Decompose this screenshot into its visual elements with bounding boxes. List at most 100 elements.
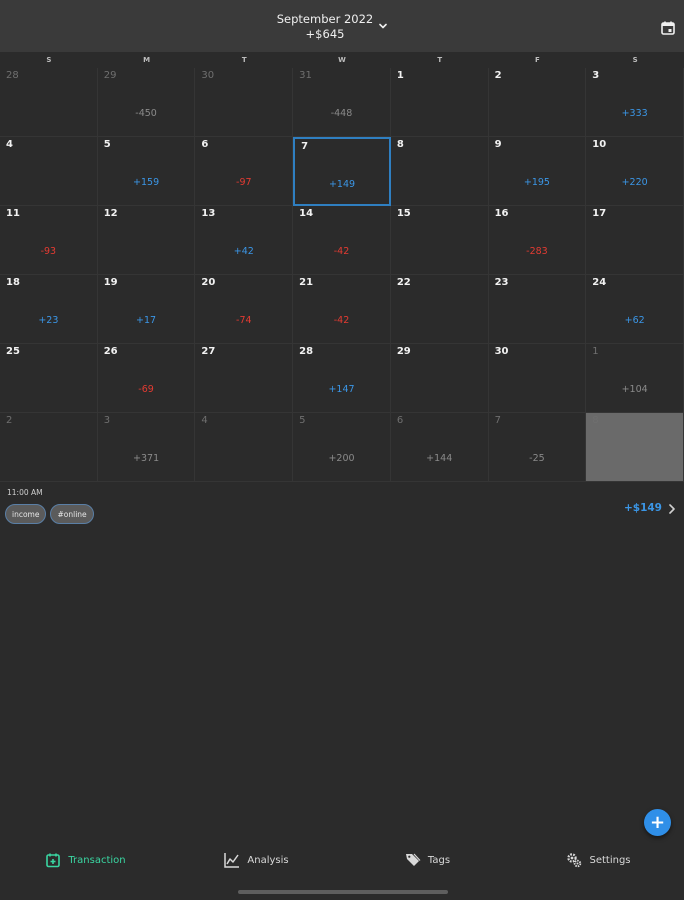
calendar-day-cell[interactable]: 31 -448 xyxy=(293,68,391,137)
day-amount: +104 xyxy=(621,384,648,395)
day-amount: -74 xyxy=(236,315,252,326)
add-transaction-button[interactable]: + xyxy=(644,809,671,836)
calendar-day-cell[interactable]: 16 -283 xyxy=(488,206,587,275)
calendar-day-cell[interactable]: 9 +195 xyxy=(488,137,587,206)
nav-tags[interactable]: Tags xyxy=(342,840,513,880)
day-amount: -42 xyxy=(333,315,350,326)
day-number: 9 xyxy=(494,139,502,150)
calendar-day-cell[interactable]: 8 xyxy=(390,137,489,206)
day-amount: -450 xyxy=(135,108,157,119)
calendar-day-cell[interactable]: 14 -42 xyxy=(293,206,391,275)
day-number: 30 xyxy=(494,346,509,357)
calendar-day-cell[interactable]: 15 xyxy=(390,206,489,275)
gears-icon xyxy=(567,853,582,868)
calendar-day-cell[interactable]: 30 xyxy=(488,344,587,413)
calendar-day-cell[interactable]: 10 +220 xyxy=(586,137,684,206)
day-number: 26 xyxy=(103,346,118,357)
calendar-day-cell[interactable]: 27 xyxy=(195,344,294,413)
calendar-day-cell[interactable]: 23 xyxy=(488,275,587,344)
weekday-label: S xyxy=(46,56,52,64)
calendar-day-cell[interactable]: 3 +333 xyxy=(586,68,684,137)
day-amount: +149 xyxy=(328,179,356,190)
calendar-day-cell[interactable]: 1 +104 xyxy=(586,344,684,413)
tag-chip[interactable]: #online xyxy=(50,504,94,524)
day-amount: +159 xyxy=(133,177,160,188)
day-number: 11 xyxy=(6,208,20,219)
calendar-day-cell[interactable]: 22 xyxy=(390,275,489,344)
calendar-today-icon[interactable] xyxy=(660,20,676,36)
calendar-day-cell[interactable]: 11 -93 xyxy=(0,206,98,275)
calendar-day-cell[interactable]: 3 +371 xyxy=(97,413,196,482)
calendar-day-cell[interactable]: 29 -450 xyxy=(97,68,196,137)
day-amount: +371 xyxy=(133,453,160,464)
day-number: 22 xyxy=(396,277,411,288)
calendar-day-cell[interactable]: 25 xyxy=(0,344,98,413)
day-number: 14 xyxy=(299,208,314,219)
calendar-day-cell[interactable]: 4 xyxy=(0,137,98,206)
calendar-day-cell[interactable]: 17 xyxy=(586,206,684,275)
day-number: 28 xyxy=(299,346,314,357)
calendar-day-cell[interactable]: 26 -69 xyxy=(97,344,196,413)
calendar-day-cell[interactable]: 5 +159 xyxy=(97,137,196,206)
calendar-day-cell[interactable]: 24 +62 xyxy=(586,275,684,344)
day-number: 12 xyxy=(103,208,118,219)
day-number: 30 xyxy=(201,70,215,81)
calendar-day-cell[interactable]: 29 xyxy=(390,344,489,413)
day-number: 13 xyxy=(201,208,216,219)
day-number: 6 xyxy=(201,139,209,150)
calendar-day-cell[interactable]: 6 +144 xyxy=(390,413,489,482)
day-amount: -283 xyxy=(526,246,548,257)
day-number: 23 xyxy=(494,277,509,288)
day-number: 10 xyxy=(592,139,607,150)
chevron-right-icon xyxy=(669,504,675,514)
month-title: September 2022 xyxy=(276,12,374,26)
day-amount: -97 xyxy=(236,177,252,188)
calendar-plus-icon xyxy=(46,853,61,868)
tag-chip[interactable]: income xyxy=(5,504,47,524)
transaction-amount: +$149 xyxy=(623,502,662,514)
calendar-day-cell[interactable]: 6 -97 xyxy=(195,137,294,206)
day-amount: +144 xyxy=(426,453,453,464)
calendar-day-cell[interactable]: 28 +147 xyxy=(293,344,391,413)
calendar-day-cell[interactable]: 20 -74 xyxy=(195,275,294,344)
calendar-day-cell[interactable]: 19 +17 xyxy=(97,275,196,344)
chevron-down-icon[interactable] xyxy=(377,20,389,32)
day-number: 5 xyxy=(299,415,306,426)
day-number: 31 xyxy=(299,70,312,81)
calendar-day-cell[interactable]: 4 xyxy=(195,413,294,482)
calendar-day-cell[interactable]: 2 xyxy=(0,413,98,482)
calendar-day-cell[interactable]: 8 xyxy=(586,413,684,482)
nav-label: Transaction xyxy=(68,854,126,866)
weekday-header: S M T W T F S xyxy=(0,52,684,68)
calendar-day-cell[interactable]: 21 -42 xyxy=(293,275,391,344)
calendar-day-cell[interactable]: 12 xyxy=(97,206,196,275)
weekday-label: T xyxy=(241,56,247,64)
day-number: 4 xyxy=(6,139,13,150)
nav-analysis[interactable]: Analysis xyxy=(171,840,342,880)
nav-label: Tags xyxy=(427,854,451,866)
day-number: 3 xyxy=(592,70,600,81)
top-app-bar: September 2022 +$645 xyxy=(0,0,684,52)
tags-icon xyxy=(405,853,421,866)
day-amount: -69 xyxy=(138,384,154,395)
calendar-day-cell[interactable]: 18 +23 xyxy=(0,275,98,344)
transaction-item[interactable]: 11:00 AM income #online +$149 xyxy=(0,484,684,532)
calendar-day-cell[interactable]: 13 +42 xyxy=(195,206,294,275)
day-number: 29 xyxy=(103,70,117,81)
calendar-day-cell[interactable]: 5 +200 xyxy=(293,413,391,482)
transaction-tags: income #online xyxy=(5,504,94,524)
nav-settings[interactable]: Settings xyxy=(513,840,684,880)
day-number: 7 xyxy=(494,415,501,426)
day-amount: +333 xyxy=(621,108,648,119)
day-amount: +200 xyxy=(328,453,355,464)
calendar-day-cell[interactable]: 2 xyxy=(488,68,587,137)
calendar-day-cell[interactable]: 7 +149 xyxy=(293,137,391,206)
month-selector[interactable]: September 2022 +$645 xyxy=(270,12,380,42)
nav-transaction[interactable]: Transaction xyxy=(0,840,171,880)
day-amount: +195 xyxy=(523,177,550,188)
calendar-day-cell[interactable]: 30 xyxy=(195,68,294,137)
day-number: 29 xyxy=(396,346,411,357)
calendar-day-cell[interactable]: 7 -25 xyxy=(488,413,587,482)
calendar-day-cell[interactable]: 28 xyxy=(0,68,98,137)
calendar-day-cell[interactable]: 1 xyxy=(390,68,489,137)
